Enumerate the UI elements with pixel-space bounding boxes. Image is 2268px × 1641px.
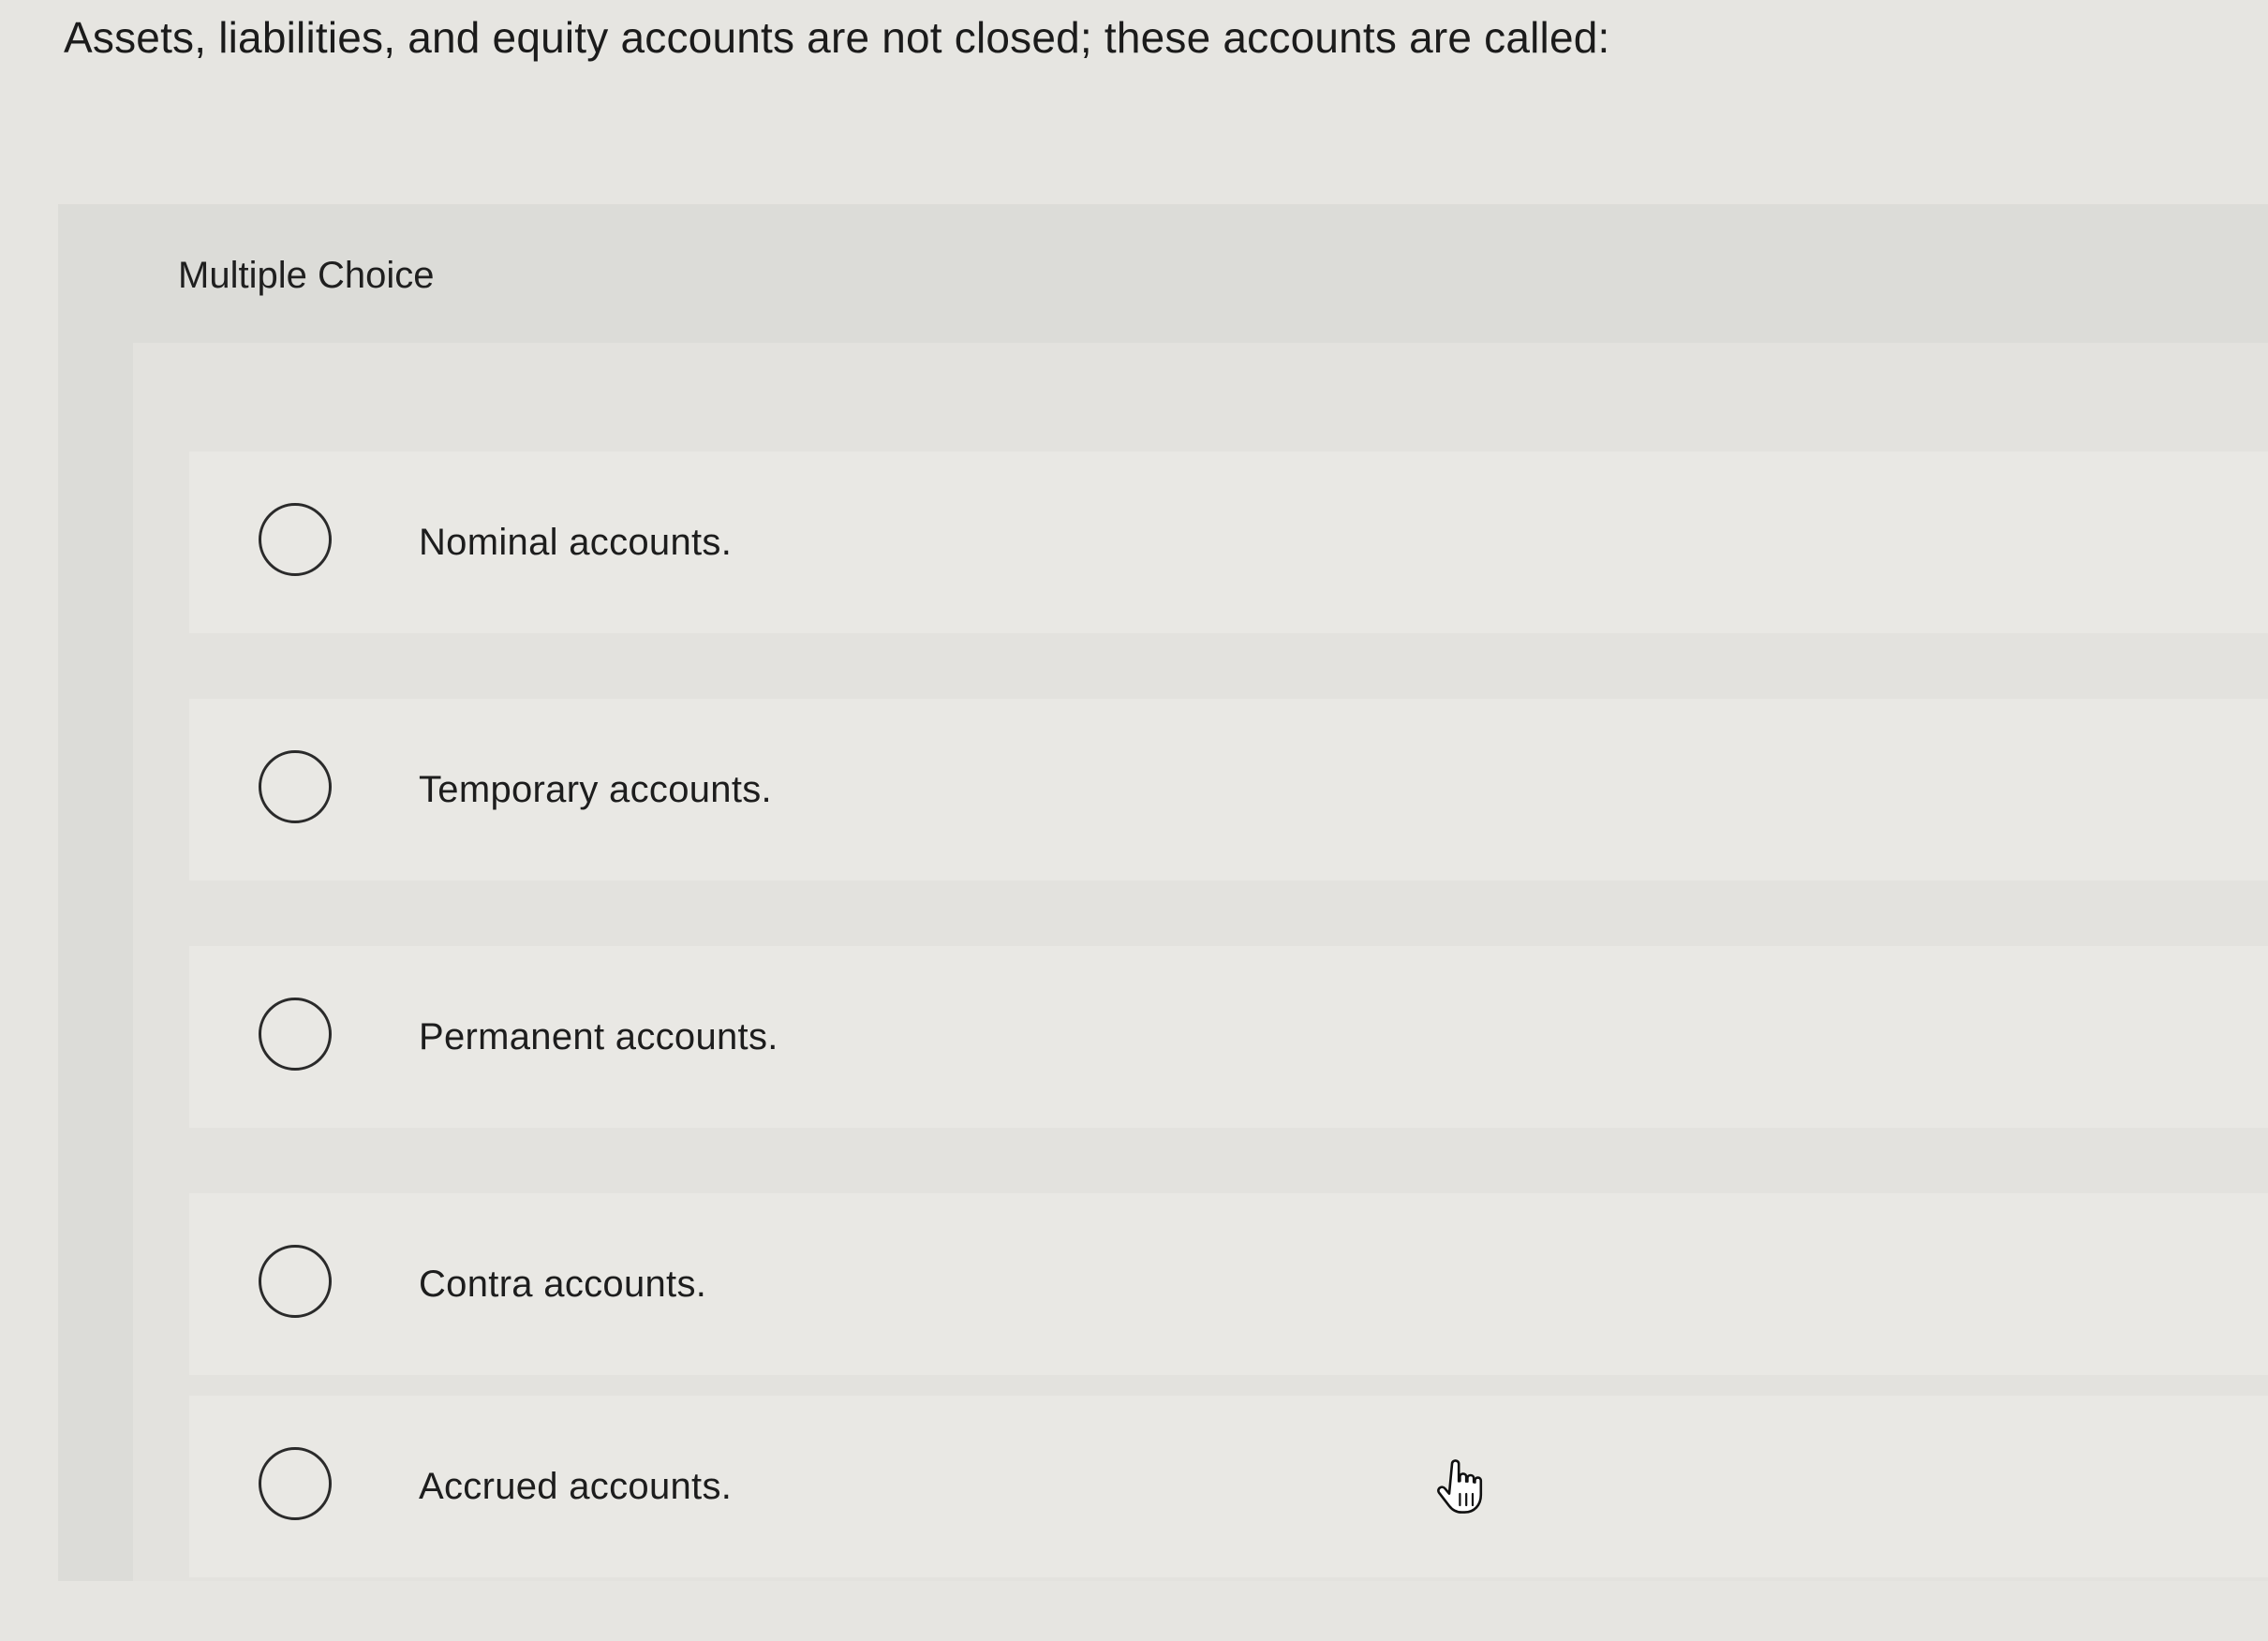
option-accrued-accounts[interactable]: Accrued accounts. — [189, 1396, 2268, 1577]
option-label: Nominal accounts. — [419, 522, 733, 563]
radio-button-icon[interactable] — [259, 1447, 332, 1520]
panel-title: Multiple Choice — [178, 255, 435, 296]
option-label: Contra accounts. — [419, 1264, 707, 1305]
multiple-choice-panel: Multiple Choice Nominal accounts. Tempor… — [58, 204, 2268, 1581]
radio-button-icon[interactable] — [259, 503, 332, 576]
option-label: Permanent accounts. — [419, 1016, 778, 1057]
question-text: Assets, liabilities, and equity accounts… — [64, 13, 1610, 62]
panel-header: Multiple Choice — [58, 204, 2268, 343]
option-permanent-accounts[interactable]: Permanent accounts. — [189, 946, 2268, 1128]
option-temporary-accounts[interactable]: Temporary accounts. — [189, 699, 2268, 880]
hand-pointer-icon — [1437, 1459, 1483, 1514]
radio-button-icon[interactable] — [259, 998, 332, 1071]
option-contra-accounts[interactable]: Contra accounts. — [189, 1193, 2268, 1375]
radio-button-icon[interactable] — [259, 1245, 332, 1318]
option-label: Temporary accounts. — [419, 769, 772, 810]
option-label: Accrued accounts. — [419, 1466, 733, 1507]
options-list: Nominal accounts. Temporary accounts. Pe… — [133, 343, 2268, 1581]
radio-button-icon[interactable] — [259, 750, 332, 823]
option-nominal-accounts[interactable]: Nominal accounts. — [189, 451, 2268, 633]
